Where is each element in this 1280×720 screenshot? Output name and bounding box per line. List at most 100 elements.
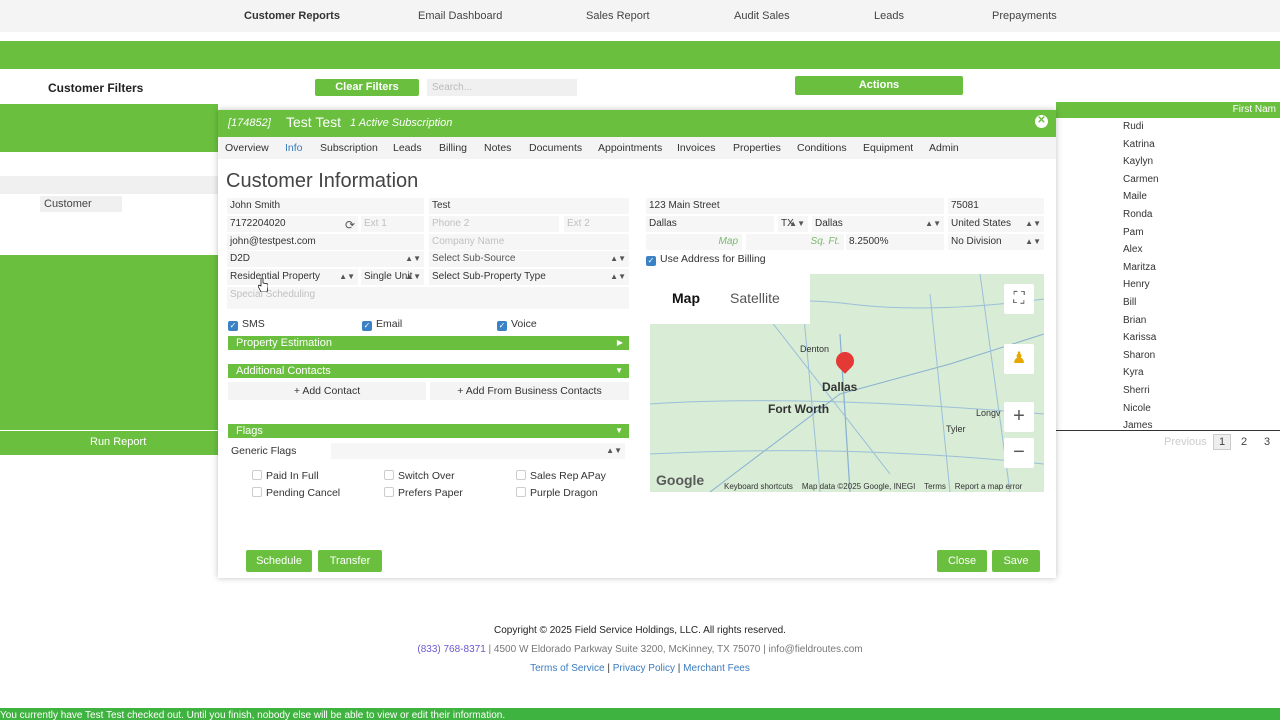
use-for-billing-checkbox[interactable]: ✓ Use Address for Billing [646,253,766,266]
nav-customer-reports[interactable]: Customer Reports [244,10,340,22]
flag-prefers-paper[interactable]: Prefers Paper [384,487,463,499]
table-row[interactable]: Ronda [1123,209,1159,227]
table-row[interactable]: Bill [1123,297,1159,315]
actions-button[interactable]: Actions [795,76,963,95]
nav-sales-report[interactable]: Sales Report [586,10,650,22]
customer-filter-item[interactable]: Customer [40,196,122,212]
phone1-field[interactable]: 7172204020 [227,216,358,232]
division-select[interactable]: No Division ▲▼ [948,234,1044,250]
add-contact-button[interactable]: + Add Contact [228,382,426,400]
email-checkbox[interactable]: ✓ Email [362,318,402,331]
county-select[interactable]: Dallas ▲▼ [812,216,944,232]
run-report-button[interactable]: Run Report [90,436,146,448]
pegman-icon[interactable]: ♟ [1004,344,1034,374]
source-select[interactable]: D2D ▲▼ [227,251,424,267]
map-terms-link[interactable]: Terms [924,482,946,491]
flag-purple-dragon[interactable]: Purple Dragon [516,487,598,499]
pager-page-1[interactable]: 1 [1213,434,1232,450]
table-row[interactable]: Henry [1123,279,1159,297]
nav-leads[interactable]: Leads [874,10,904,22]
flags-bar[interactable]: Flags ▼ [228,424,629,438]
flag-pending-cancel[interactable]: Pending Cancel [252,487,340,499]
property-type-select[interactable]: Residential Property ▲▼ [227,269,358,285]
additional-contacts-bar[interactable]: Additional Contacts ▼ [228,364,629,378]
tax-rate-field[interactable]: 8.2500% [846,234,944,250]
nav-audit-sales[interactable]: Audit Sales [734,10,790,22]
keyboard-shortcuts-link[interactable]: Keyboard shortcuts [724,482,793,491]
flag-sales-rep-apay[interactable]: Sales Rep APay [516,470,606,482]
phone2-field[interactable]: Phone 2 [429,216,559,232]
table-row[interactable]: Alex [1123,244,1159,262]
pager-previous[interactable]: Previous [1164,436,1207,448]
phone-link[interactable]: (833) 768-8371 [417,644,485,655]
tab-info[interactable]: Info [285,142,303,154]
tab-admin[interactable]: Admin [929,142,959,154]
tab-leads[interactable]: Leads [393,142,422,154]
property-estimation-bar[interactable]: Property Estimation ▶ [228,336,629,350]
tab-properties[interactable]: Properties [733,142,781,154]
company-field[interactable]: Company Name [429,234,629,250]
save-button[interactable]: Save [992,550,1040,572]
table-row[interactable]: Kaylyn [1123,156,1159,174]
table-row[interactable]: James [1123,420,1159,430]
tab-subscription[interactable]: Subscription [320,142,378,154]
sqft-field[interactable]: Sq. Ft. [746,234,844,250]
tab-appointments[interactable]: Appointments [598,142,662,154]
map-tab-map[interactable]: Map [672,290,700,306]
pager-page-3[interactable]: 3 [1264,436,1270,448]
tab-overview[interactable]: Overview [225,142,269,154]
first-name-field[interactable]: John Smith [227,198,424,214]
country-select[interactable]: United States ▲▼ [948,216,1044,232]
table-row[interactable]: Maritza [1123,262,1159,280]
tab-equipment[interactable]: Equipment [863,142,913,154]
report-map-error-link[interactable]: Report a map error [955,482,1023,491]
clear-filters-button[interactable]: Clear Filters [315,79,419,96]
close-button[interactable]: Close [937,550,987,572]
privacy-link[interactable]: Privacy Policy [613,663,675,674]
search-input[interactable]: Search... [427,79,577,96]
pager-page-2[interactable]: 2 [1241,436,1247,448]
city-field[interactable]: Dallas [646,216,774,232]
close-icon[interactable]: ✕ [1035,115,1048,128]
schedule-button[interactable]: Schedule [246,550,312,572]
unit-select[interactable]: Single Unit ▲▼ [361,269,424,285]
ext2-field[interactable]: Ext 2 [564,216,629,232]
first-name-header[interactable]: First Nam [1233,104,1276,115]
merchant-fees-link[interactable]: Merchant Fees [683,663,750,674]
table-row[interactable]: Kyra [1123,367,1159,385]
nav-prepayments[interactable]: Prepayments [992,10,1057,22]
nav-email-dashboard[interactable]: Email Dashboard [418,10,502,22]
sub-source-select[interactable]: Select Sub-Source ▲▼ [429,251,629,267]
flag-switch-over[interactable]: Switch Over [384,470,455,482]
flag-paid-in-full[interactable]: Paid In Full [252,470,319,482]
table-row[interactable]: Pam [1123,227,1159,245]
terms-link[interactable]: Terms of Service [530,663,604,674]
table-row[interactable]: Nicole [1123,403,1159,421]
last-name-field[interactable]: Test [429,198,629,214]
tab-invoices[interactable]: Invoices [677,142,716,154]
tab-billing[interactable]: Billing [439,142,467,154]
zip-field[interactable]: 75081 [948,198,1044,214]
table-row[interactable]: Maile [1123,191,1159,209]
table-row[interactable]: Rudi [1123,121,1159,139]
ext1-field[interactable]: Ext 1 [361,216,424,232]
generic-flags-select[interactable]: ▲▼ [331,443,625,459]
state-select[interactable]: TX ▲▼ [778,216,808,232]
zoom-in-icon[interactable]: + [1004,402,1034,432]
table-row[interactable]: Carmen [1123,174,1159,192]
email-field[interactable]: john@testpest.com [227,234,424,250]
refresh-icon[interactable]: ⟳ [345,218,355,232]
fullscreen-icon[interactable]: ⛶ [1004,284,1034,314]
address-field[interactable]: 123 Main Street [646,198,944,214]
table-row[interactable]: Brian [1123,315,1159,333]
table-row[interactable]: Sharon [1123,350,1159,368]
transfer-button[interactable]: Transfer [318,550,382,572]
sub-property-select[interactable]: Select Sub-Property Type ▲▼ [429,269,629,285]
map-link[interactable]: Map [646,234,742,250]
map-tab-satellite[interactable]: Satellite [730,290,780,306]
tab-notes[interactable]: Notes [484,142,511,154]
voice-checkbox[interactable]: ✓ Voice [497,318,537,331]
table-row[interactable]: Katrina [1123,139,1159,157]
special-scheduling-field[interactable]: Special Scheduling [227,287,629,309]
add-business-contact-button[interactable]: + Add From Business Contacts [430,382,629,400]
